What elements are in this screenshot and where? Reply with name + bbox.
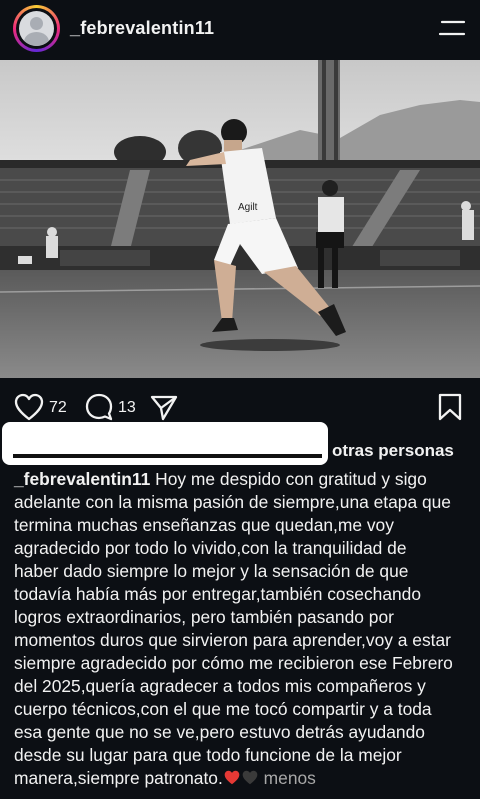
less-link[interactable]: menos (264, 768, 316, 788)
caption-line-9: siempre agradecido por cómo me recibiero… (14, 653, 453, 673)
caption-username[interactable]: _febrevalentin11 (14, 469, 150, 489)
caption-line-14: manera,siempre patronato. menos (14, 768, 316, 788)
post-header: _febrevalentin11 (0, 0, 480, 60)
liked-by-row[interactable]: otras personas (0, 421, 480, 467)
jersey-text: Agilt (238, 202, 258, 213)
post-username[interactable]: _febrevalentin11 (70, 18, 214, 39)
caption-line-6: todavía había más por entregar,también c… (14, 584, 422, 604)
liked-by-others[interactable]: otras personas (332, 441, 454, 461)
post-image: Agilt (0, 60, 480, 378)
heart-icon[interactable] (13, 392, 45, 422)
caption-line-1: _febrevalentin11 Hoy me despido con grat… (14, 469, 427, 489)
story-ring[interactable] (13, 5, 60, 52)
avatar[interactable] (16, 8, 57, 49)
post-caption: _febrevalentin11 Hoy me despido con grat… (14, 468, 469, 790)
share-icon[interactable] (149, 392, 179, 422)
bookmark-icon[interactable] (436, 392, 464, 422)
caption-line-10: del 2025,quería agradecer a todos mis co… (14, 676, 426, 696)
default-avatar-icon (19, 11, 54, 46)
caption-line-3: termina muchas enseñanzas que quedan,me … (14, 515, 394, 535)
red-heart-icon (224, 770, 240, 785)
caption-line-2: adelante con la misma pasión de siempre,… (14, 492, 451, 512)
caption-line-4: agradecido por todo lo vivido,con la tra… (14, 538, 407, 558)
black-heart-icon (242, 770, 258, 785)
like-count[interactable]: 72 (49, 399, 67, 417)
caption-line-13: desde su lugar para que todo funcione de… (14, 745, 402, 765)
comment-count[interactable]: 13 (118, 399, 136, 417)
menu-icon[interactable] (438, 18, 466, 38)
redaction-line (13, 454, 322, 458)
redaction-box (2, 422, 328, 465)
caption-line-11: cuerpo técnicos,con el que me tocó compa… (14, 699, 432, 719)
caption-line-7: logros extraordinarios, pero también pas… (14, 607, 394, 627)
caption-line-12: esa gente que no se ve,pero estuvo detrá… (14, 722, 425, 742)
caption-line-8: momentos duros que sirvieron para aprend… (14, 630, 451, 650)
caption-line-5: haber dado siempre lo mejor y la sensaci… (14, 561, 409, 581)
post-photo[interactable]: Agilt (0, 60, 480, 378)
comment-icon[interactable] (84, 392, 114, 422)
